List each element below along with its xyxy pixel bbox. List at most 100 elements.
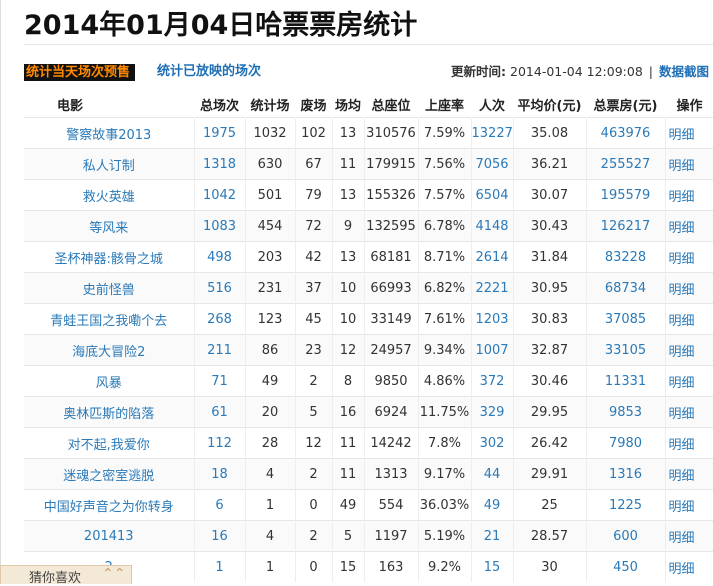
detail-link[interactable]: 明细 [665,489,713,521]
detail-link[interactable]: 明细 [665,365,713,397]
cell-total-box-office[interactable]: 9853 [586,396,666,428]
detail-link[interactable]: 明细 [665,148,713,180]
cell-admissions[interactable]: 2614 [471,241,514,273]
table-body: 警察故事2013 1975 1032 102 13 310576 7.59% 13227 35.… [24,117,713,582]
header-occupancy: 上座率 [418,91,472,118]
table-row: 风暴 71 49 2 8 9850 4.86% 372 30.46 11331 明细 [24,365,713,397]
cell-admissions[interactable]: 49 [471,489,514,521]
cell-total-seats: 132595 [364,210,419,242]
cell-total-sessions[interactable]: 268 [194,303,246,335]
cell-total-box-office[interactable]: 7980 [586,427,666,459]
cell-film[interactable]: 私人订制 [24,148,195,180]
cell-admissions[interactable]: 4148 [471,210,514,242]
cell-total-sessions[interactable]: 498 [194,241,246,273]
cell-total-sessions[interactable]: 6 [194,489,246,521]
header-total-box-office: 总票房(元) [586,91,666,118]
cell-void-sessions: 23 [295,334,333,366]
cell-total-sessions[interactable]: 516 [194,272,246,304]
cell-admissions[interactable]: 44 [471,458,514,490]
cell-total-box-office[interactable]: 126217 [586,210,666,242]
table-header-row: 电影 总场次 统计场 废场 场均 总座位 上座率 人次 平均价(元) 总票房(元) 操作 [24,91,713,118]
detail-link[interactable]: 明细 [665,396,713,428]
cell-admissions[interactable]: 13227 [471,117,514,149]
cell-admissions[interactable]: 1007 [471,334,514,366]
detail-link[interactable]: 明细 [665,272,713,304]
cell-total-sessions[interactable]: 211 [194,334,246,366]
cell-film[interactable]: 风暴 [24,365,195,397]
title-divider [24,44,713,45]
cell-total-box-office[interactable]: 37085 [586,303,666,335]
cell-film[interactable]: 奥林匹斯的陷落 [24,396,195,428]
guess-you-like-tab[interactable]: 猜你喜欢 ⌃⌃ [0,565,132,586]
cell-film[interactable]: 201413 [24,520,195,552]
cell-total-sessions[interactable]: 1083 [194,210,246,242]
cell-total-box-office[interactable]: 463976 [586,117,666,149]
cell-total-sessions[interactable]: 61 [194,396,246,428]
cell-admissions[interactable]: 7056 [471,148,514,180]
cell-total-sessions[interactable]: 71 [194,365,246,397]
detail-link[interactable]: 明细 [665,179,713,211]
cell-total-seats: 6924 [364,396,419,428]
cell-admissions[interactable]: 15 [471,551,514,582]
table-row: 迷魂之密室逃脱 18 4 2 11 1313 9.17% 44 29.91 1316 明细 [24,458,713,490]
cell-admissions[interactable]: 1203 [471,303,514,335]
detail-link[interactable]: 明细 [665,241,713,273]
cell-film[interactable]: 迷魂之密室逃脱 [24,458,195,490]
detail-link[interactable]: 明细 [665,210,713,242]
cell-void-sessions: 5 [295,396,333,428]
cell-film[interactable]: 圣杯神器:骸骨之城 [24,241,195,273]
cell-total-box-office[interactable]: 600 [586,520,666,552]
cell-total-box-office[interactable]: 83228 [586,241,666,273]
cell-total-box-office[interactable]: 1225 [586,489,666,521]
cell-admissions[interactable]: 6504 [471,179,514,211]
detail-link[interactable]: 明细 [665,303,713,335]
cell-admissions[interactable]: 329 [471,396,514,428]
cell-total-sessions[interactable]: 18 [194,458,246,490]
cell-total-sessions[interactable]: 112 [194,427,246,459]
cell-total-sessions[interactable]: 16 [194,520,246,552]
detail-link[interactable]: 明细 [665,551,713,582]
cell-film[interactable]: 对不起,我爱你 [24,427,195,459]
cell-avg-seats: 13 [332,241,365,273]
cell-film[interactable]: 中国好声音之为你转身 [24,489,195,521]
cell-film[interactable]: 救火英雄 [24,179,195,211]
cell-avg-price: 30.46 [513,365,587,397]
cell-admissions[interactable]: 302 [471,427,514,459]
cell-total-sessions[interactable]: 1975 [194,117,246,149]
detail-link[interactable]: 明细 [665,458,713,490]
cell-total-box-office[interactable]: 195579 [586,179,666,211]
cell-total-box-office[interactable]: 1316 [586,458,666,490]
page-title: 2014年01月04日哈票票房统计 [24,10,418,41]
data-screenshot-link[interactable]: 数据截图 [659,64,709,79]
cell-film[interactable]: 青蛙王国之我嘞个去 [24,303,195,335]
cell-total-sessions[interactable]: 1 [194,551,246,582]
cell-total-box-office[interactable]: 450 [586,551,666,582]
detail-link[interactable]: 明细 [665,427,713,459]
page-left-border [0,0,1,583]
cell-total-box-office[interactable]: 33105 [586,334,666,366]
cell-film[interactable]: 海底大冒险2 [24,334,195,366]
cell-occupancy: 4.86% [418,365,472,397]
cell-film[interactable]: 警察故事2013 [24,117,195,149]
cell-admissions[interactable]: 2221 [471,272,514,304]
detail-link[interactable]: 明细 [665,334,713,366]
cell-film[interactable]: 史前怪兽 [24,272,195,304]
cell-admissions[interactable]: 21 [471,520,514,552]
cell-film[interactable]: 等风来 [24,210,195,242]
cell-avg-seats: 9 [332,210,365,242]
cell-total-sessions[interactable]: 1042 [194,179,246,211]
cell-void-sessions: 72 [295,210,333,242]
cell-admissions[interactable]: 372 [471,365,514,397]
cell-total-sessions[interactable]: 1318 [194,148,246,180]
cell-total-box-office[interactable]: 255527 [586,148,666,180]
tab-presale-today[interactable]: 统计当天场次预售 [24,64,136,81]
cell-occupancy: 7.8% [418,427,472,459]
detail-link[interactable]: 明细 [665,117,713,149]
cell-void-sessions: 2 [295,458,333,490]
cell-occupancy: 9.34% [418,334,472,366]
cell-total-box-office[interactable]: 68734 [586,272,666,304]
cell-total-box-office[interactable]: 11331 [586,365,666,397]
cell-avg-seats: 10 [332,303,365,335]
tab-screened-sessions[interactable]: 统计已放映的场次 [157,63,261,81]
detail-link[interactable]: 明细 [665,520,713,552]
